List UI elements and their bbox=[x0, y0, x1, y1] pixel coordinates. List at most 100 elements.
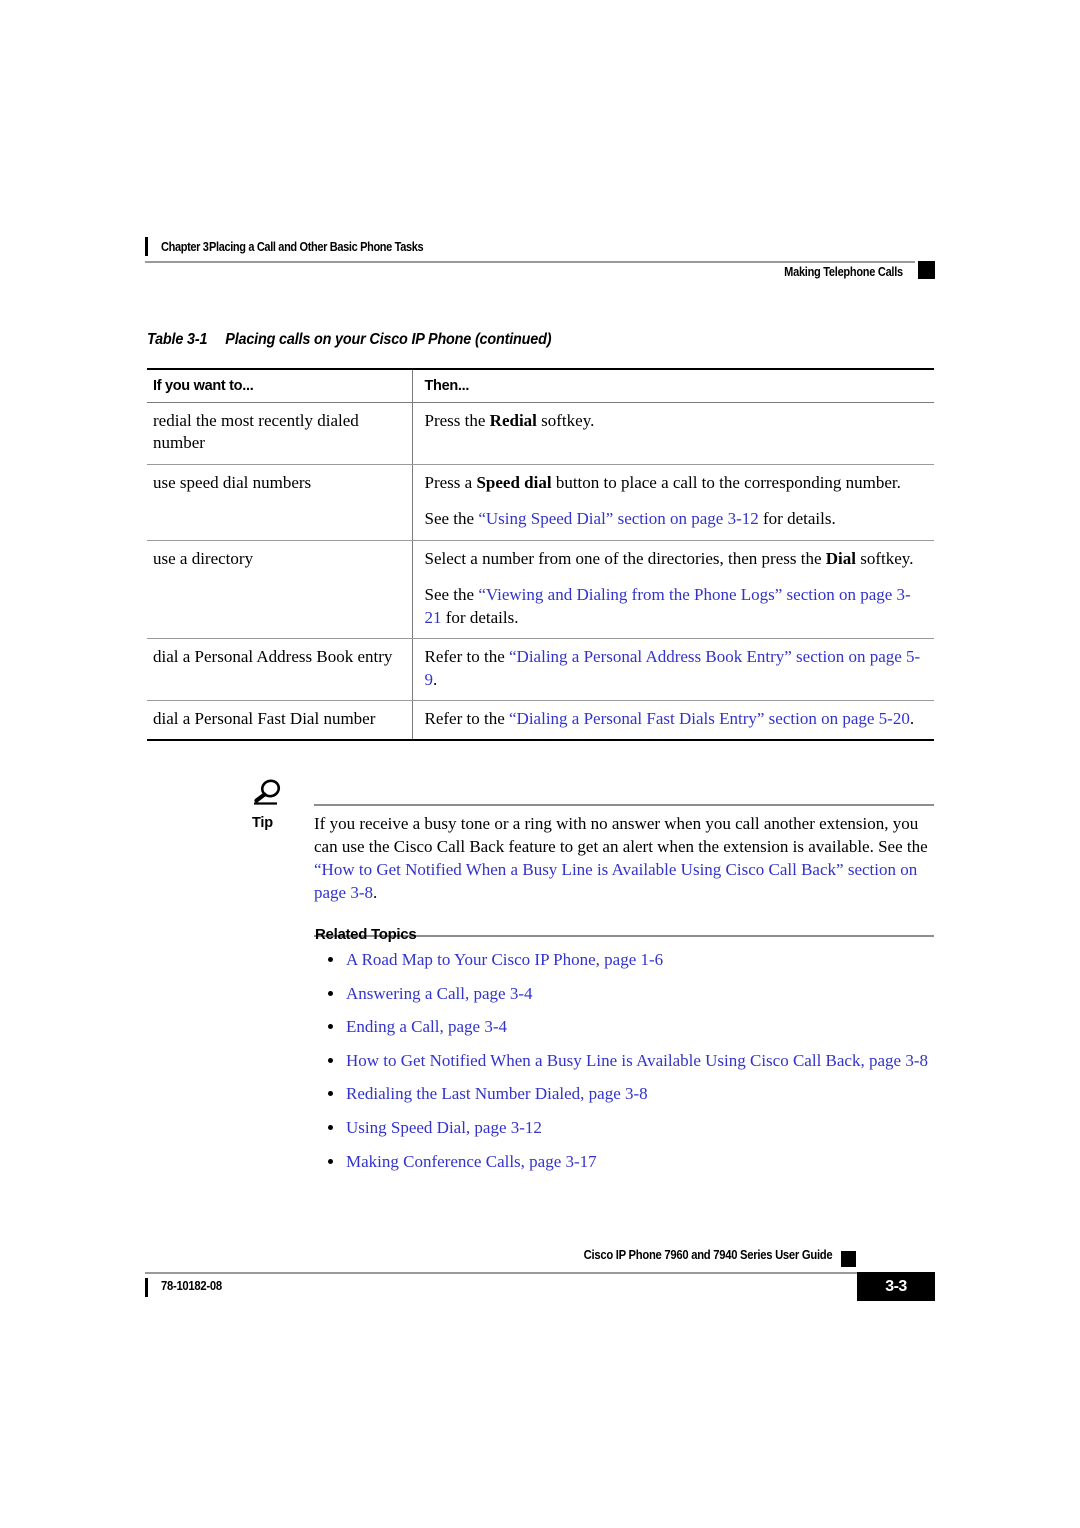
text-run: . bbox=[909, 708, 915, 728]
related-topic-link[interactable]: Redialing the Last Number Dialed, page 3… bbox=[346, 1084, 648, 1103]
header-section-title: Making Telephone Calls bbox=[784, 265, 903, 279]
bullet-icon bbox=[328, 1057, 333, 1063]
bullet-icon bbox=[328, 1125, 333, 1131]
header-chapter-line: Chapter 3 Placing a Call and Other Basic… bbox=[145, 236, 935, 258]
table-cell-want: dial a Personal Fast Dial number bbox=[147, 700, 412, 742]
footer-guide-line: Cisco IP Phone 7960 and 7940 Series User… bbox=[145, 1248, 935, 1270]
table-caption-title: Placing calls on your Cisco IP Phone (co… bbox=[225, 331, 552, 348]
table-col-header-if-you-want-to: If you want to... bbox=[147, 368, 412, 403]
header-chapter-title: Placing a Call and Other Basic Phone Tas… bbox=[209, 240, 424, 254]
table-cell-then: Press a Speed dial button to place a cal… bbox=[411, 464, 934, 541]
related-topic-item[interactable]: Making Conference Calls, page 3-17 bbox=[315, 1151, 935, 1174]
related-topic-item[interactable]: Using Speed Dial, page 3-12 bbox=[315, 1117, 935, 1140]
table-body: redial the most recently dialed number Pr… bbox=[147, 402, 934, 742]
header-black-square-marker bbox=[918, 261, 935, 279]
table-row: dial a Personal Fast Dial number Refer to… bbox=[147, 700, 934, 742]
header-section-line: Making Telephone Calls bbox=[145, 261, 935, 283]
table-caption: Table 3-1 Placing calls on your Cisco IP … bbox=[147, 331, 552, 349]
related-topics-title: Related Topics bbox=[315, 926, 417, 943]
table-cell-then: Press the Redial softkey. bbox=[411, 402, 934, 465]
table-row: dial a Personal Address Book entry Refer … bbox=[147, 638, 934, 701]
table-cell-paragraph: Refer to the “Dialing a Personal Fast Di… bbox=[425, 708, 927, 730]
related-topic-item[interactable]: Redialing the Last Number Dialed, page 3… bbox=[315, 1083, 935, 1106]
table-cell-want: dial a Personal Address Book entry bbox=[147, 638, 412, 701]
table-cell-paragraph: Press a Speed dial button to place a cal… bbox=[425, 472, 927, 494]
text-run: . bbox=[433, 669, 438, 689]
table-cell-paragraph: See the “Using Speed Dial” section on pa… bbox=[425, 508, 927, 530]
bold-term: Speed dial bbox=[476, 472, 552, 492]
tip-label: Tip bbox=[252, 815, 273, 831]
table-caption-number: Table 3-1 bbox=[147, 331, 208, 348]
text-run: If you receive a busy tone or a ring wit… bbox=[314, 814, 928, 856]
related-topic-item[interactable]: Answering a Call, page 3-4 bbox=[315, 983, 935, 1006]
document-page: Chapter 3 Placing a Call and Other Basic… bbox=[0, 0, 1080, 1528]
table-row: use a directory Select a number from one … bbox=[147, 540, 934, 640]
table-cell-then: Refer to the “Dialing a Personal Address… bbox=[411, 638, 934, 701]
footer-page-number: 3-3 bbox=[857, 1272, 935, 1301]
related-topic-link[interactable]: Making Conference Calls, page 3-17 bbox=[346, 1152, 597, 1171]
related-topics-section: Related Topics A Road Map to Your Cisco … bbox=[315, 926, 935, 1173]
related-topic-link[interactable]: How to Get Notified When a Busy Line is … bbox=[346, 1051, 928, 1070]
cross-reference-link[interactable]: “Dialing a Personal Fast Dials Entry” se… bbox=[509, 709, 910, 728]
header-rule bbox=[145, 261, 915, 263]
table-cell-then: Select a number from one of the director… bbox=[411, 540, 934, 640]
table-cell-paragraph: Refer to the “Dialing a Personal Address… bbox=[425, 646, 927, 691]
footer-rule bbox=[145, 1272, 861, 1274]
table-cell-paragraph: Press the Redial softkey. bbox=[425, 410, 927, 432]
running-header: Chapter 3 Placing a Call and Other Basic… bbox=[145, 236, 935, 283]
table-cell-then: Refer to the “Dialing a Personal Fast Di… bbox=[411, 700, 934, 742]
bullet-icon bbox=[328, 1158, 333, 1164]
table-cell-paragraph: See the “Viewing and Dialing from the Ph… bbox=[425, 584, 927, 629]
cross-reference-link[interactable]: “Using Speed Dial” section on page 3-12 bbox=[478, 509, 758, 528]
table-header-row: If you want to... Then... bbox=[147, 368, 934, 403]
related-topic-item[interactable]: A Road Map to Your Cisco IP Phone, page … bbox=[315, 949, 935, 972]
footer-document-number: 78-10182-08 bbox=[161, 1279, 222, 1293]
related-topic-link[interactable]: Using Speed Dial, page 3-12 bbox=[346, 1118, 542, 1137]
tip-callout: Tip If you receive a busy tone or a ring… bbox=[252, 778, 934, 937]
bullet-icon bbox=[328, 957, 333, 962]
bullet-icon bbox=[328, 1091, 333, 1097]
footer-left-tick-mark bbox=[145, 1278, 148, 1297]
running-footer: Cisco IP Phone 7960 and 7940 Series User… bbox=[145, 1248, 935, 1306]
text-run: button to place a call to the correspond… bbox=[551, 472, 901, 492]
table-cell-paragraph: Select a number from one of the director… bbox=[425, 548, 927, 570]
tip-body: Tip If you receive a busy tone or a ring… bbox=[252, 813, 934, 937]
tip-top-row bbox=[252, 778, 934, 808]
text-run: softkey. bbox=[856, 548, 914, 568]
footer-guide-title: Cisco IP Phone 7960 and 7940 Series User… bbox=[583, 1248, 832, 1262]
table-head: If you want to... Then... bbox=[147, 368, 934, 403]
table-row: redial the most recently dialed number Pr… bbox=[147, 402, 934, 465]
bullet-icon bbox=[328, 990, 333, 996]
text-run: Press a bbox=[424, 472, 477, 492]
related-topic-link[interactable]: A Road Map to Your Cisco IP Phone, page … bbox=[346, 950, 663, 969]
footer-docnum-line: 78-10182-08 3-3 bbox=[145, 1272, 935, 1306]
text-run: Press the bbox=[424, 411, 490, 430]
header-chapter-label: Chapter 3 bbox=[161, 240, 209, 254]
placing-calls-table: If you want to... Then... redial the mos… bbox=[147, 368, 934, 742]
text-run: softkey. bbox=[536, 411, 595, 430]
header-left-tick-mark bbox=[145, 237, 148, 256]
text-run: for details. bbox=[441, 607, 519, 627]
text-run: Refer to the bbox=[424, 647, 509, 667]
text-run: See the bbox=[424, 509, 479, 529]
table-cell-want: redial the most recently dialed number bbox=[147, 402, 412, 465]
related-topic-link[interactable]: Answering a Call, page 3-4 bbox=[346, 984, 532, 1003]
bold-term: Dial bbox=[825, 548, 856, 568]
text-run: Refer to the bbox=[424, 708, 509, 728]
tip-rule-top bbox=[314, 804, 934, 806]
footer-black-square-marker bbox=[841, 1251, 856, 1267]
bullet-icon bbox=[328, 1024, 333, 1030]
related-topic-item[interactable]: How to Get Notified When a Busy Line is … bbox=[315, 1050, 935, 1073]
text-run: See the bbox=[424, 585, 479, 605]
bold-term: Redial bbox=[489, 411, 537, 430]
table-row: use speed dial numbers Press a Speed dial… bbox=[147, 464, 934, 541]
text-run: Select a number from one of the director… bbox=[424, 548, 826, 568]
cross-reference-link[interactable]: “How to Get Notified When a Busy Line is… bbox=[314, 860, 917, 902]
related-topic-link[interactable]: Ending a Call, page 3-4 bbox=[346, 1017, 507, 1036]
tip-magnifier-icon bbox=[252, 778, 286, 808]
related-topics-list: A Road Map to Your Cisco IP Phone, page … bbox=[315, 949, 935, 1173]
tip-text: If you receive a busy tone or a ring wit… bbox=[314, 813, 934, 905]
related-topic-item[interactable]: Ending a Call, page 3-4 bbox=[315, 1016, 935, 1039]
table-cell-want: use a directory bbox=[147, 540, 412, 640]
table-col-header-then: Then... bbox=[411, 368, 934, 403]
